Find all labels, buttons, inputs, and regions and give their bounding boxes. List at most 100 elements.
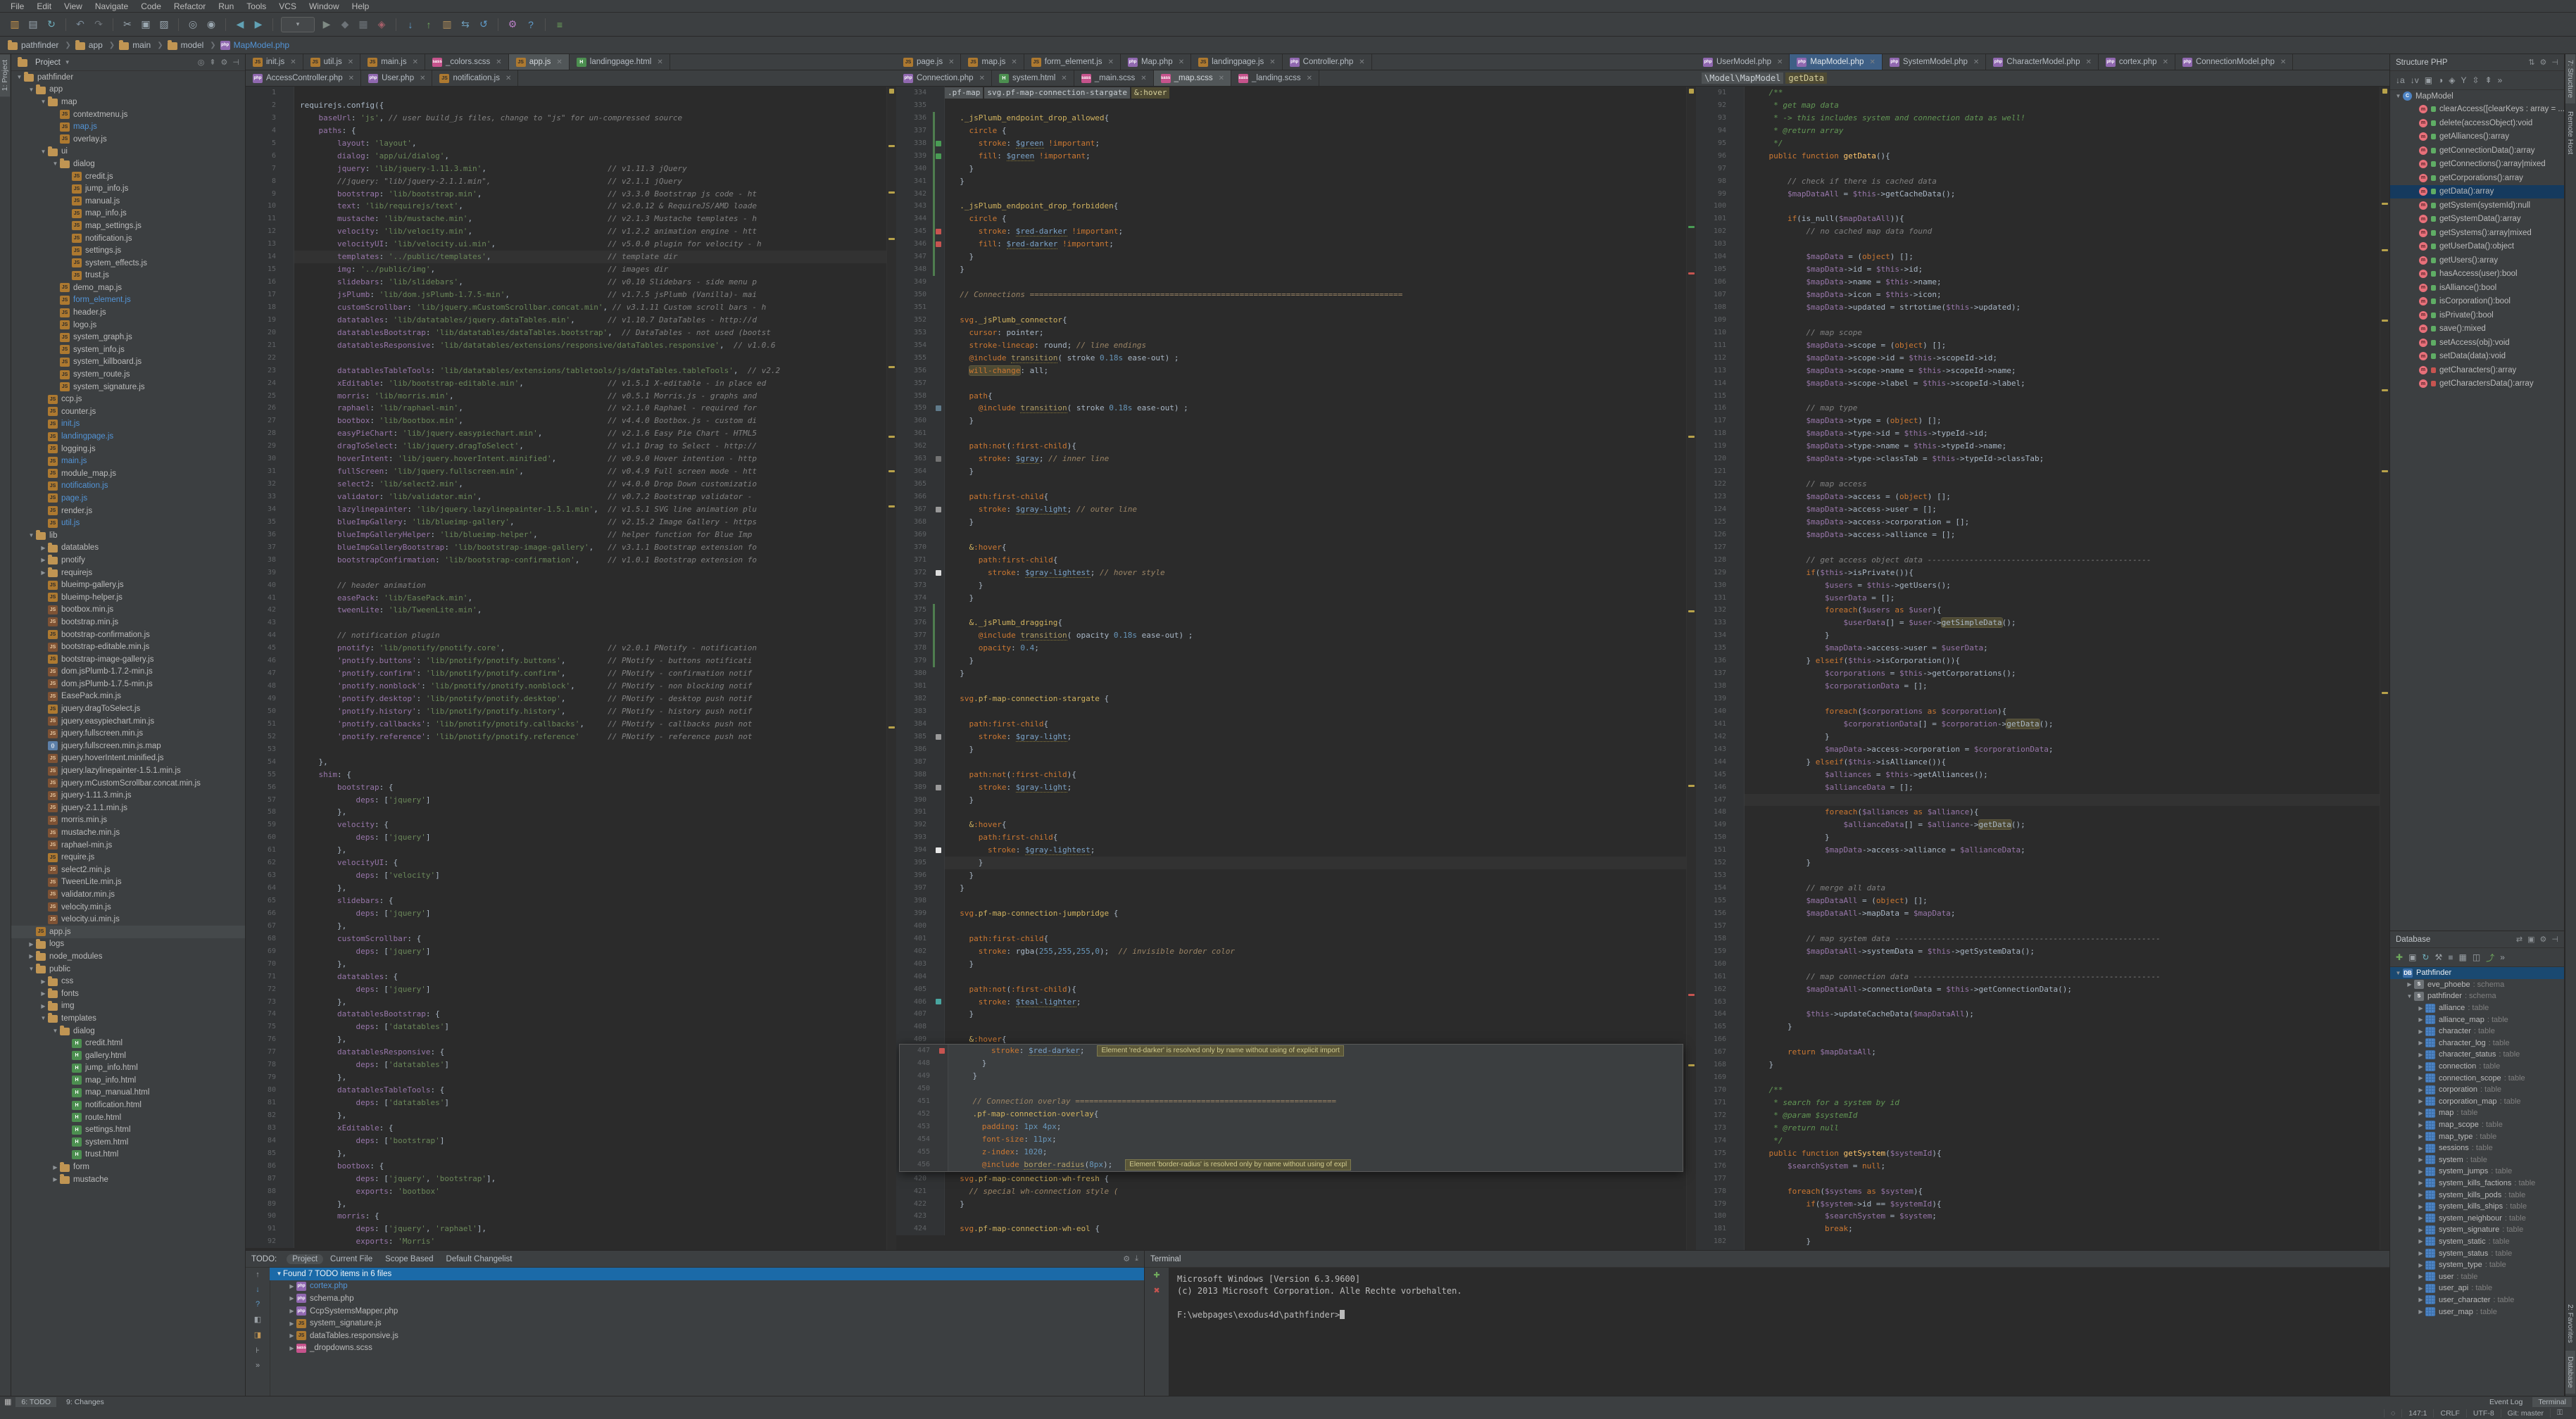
line-number[interactable]: 79 xyxy=(246,1071,282,1084)
line-number[interactable]: 153 xyxy=(1696,869,1733,882)
line-number[interactable]: 137 xyxy=(1696,667,1733,680)
line-number[interactable]: 368 xyxy=(896,516,933,529)
line-number[interactable]: 18 xyxy=(246,301,282,314)
tab-system.html[interactable]: Hsystem.html✕ xyxy=(992,70,1074,86)
line-number[interactable]: 367 xyxy=(896,503,933,516)
line-separator[interactable]: CRLF xyxy=(2433,1409,2465,1418)
project-tree-item[interactable]: JSTweenLite.min.js xyxy=(11,876,245,889)
line-number[interactable]: 342 xyxy=(896,188,933,201)
line-number[interactable]: 89 xyxy=(246,1198,282,1211)
expand-icon[interactable]: ⊦ xyxy=(256,1346,260,1355)
menu-window[interactable]: Window xyxy=(303,1,346,11)
line-number[interactable]: 363 xyxy=(896,453,933,465)
structure-item[interactable]: mhasAccess(user):bool xyxy=(2390,267,2564,282)
tab-close-icon[interactable]: ✕ xyxy=(1269,58,1275,66)
line-number[interactable]: 1 xyxy=(246,87,282,99)
hide-panel-icon[interactable]: ⊣ xyxy=(2551,935,2558,944)
line-number[interactable]: 33 xyxy=(246,491,282,503)
line-number[interactable]: 122 xyxy=(1696,478,1733,491)
toolwindow-button-event-log[interactable]: Event Log xyxy=(2484,1397,2528,1407)
structure-item[interactable]: mgetData():array xyxy=(2390,185,2564,199)
project-tree-item[interactable]: ▶logs xyxy=(11,938,245,951)
project-tree-item[interactable]: JSform_element.js xyxy=(11,294,245,307)
line-number[interactable]: 28 xyxy=(246,427,282,440)
event-log-icon[interactable]: ◌ xyxy=(2384,1409,2401,1418)
code-editor[interactable]: 334 }335336 ._jsPlumb_endpoint_drop_allo… xyxy=(896,87,1696,1250)
project-tree-item[interactable]: JSEasePack.min.js xyxy=(11,690,245,703)
sort-visibility-icon[interactable]: ↓v xyxy=(2411,75,2419,85)
line-number[interactable]: 394 xyxy=(896,844,933,857)
line-number[interactable]: 372 xyxy=(896,567,933,579)
tree-arrow-icon[interactable]: ▶ xyxy=(2417,1156,2425,1163)
project-tree-item[interactable]: JScontextmenu.js xyxy=(11,108,245,121)
structure-item[interactable]: msetAccess(obj):void xyxy=(2390,336,2564,350)
project-tree-item[interactable]: ▼templates xyxy=(11,1012,245,1025)
line-number[interactable]: 362 xyxy=(896,440,933,453)
line-number[interactable]: 63 xyxy=(246,869,282,882)
line-number[interactable]: 50 xyxy=(246,705,282,718)
tree-arrow-icon[interactable]: ▼ xyxy=(39,1015,47,1021)
line-number[interactable]: 84 xyxy=(246,1135,282,1147)
tab-close-icon[interactable]: ✕ xyxy=(2085,58,2091,66)
debug-icon[interactable]: ◆ xyxy=(337,16,353,33)
profiler-icon[interactable]: ◈ xyxy=(373,16,390,33)
tab-close-icon[interactable]: ✕ xyxy=(1061,75,1067,82)
line-number[interactable]: 366 xyxy=(896,491,933,503)
line-number[interactable]: 3 xyxy=(246,112,282,125)
structure-item[interactable]: mclearAccess([clearKeys : array = ... xyxy=(2390,103,2564,117)
settings-icon[interactable]: ⚙ xyxy=(2540,58,2547,67)
project-tree-item[interactable]: Hgallery.html xyxy=(11,1049,245,1062)
project-tree-item[interactable]: JStrust.js xyxy=(11,270,245,282)
structure-item[interactable]: misPrivate():bool xyxy=(2390,308,2564,322)
line-number[interactable]: 35 xyxy=(246,516,282,529)
structure-item[interactable]: mgetUsers():array xyxy=(2390,253,2564,267)
line-number[interactable]: 357 xyxy=(896,377,933,390)
tree-arrow-icon[interactable]: ▼ xyxy=(39,99,47,105)
add-icon[interactable]: ✚ xyxy=(2396,952,2403,962)
project-tree-item[interactable]: JSnotification.js xyxy=(11,480,245,493)
line-number[interactable]: 88 xyxy=(246,1185,282,1198)
line-number[interactable]: 82 xyxy=(246,1109,282,1122)
tab-close-icon[interactable]: ✕ xyxy=(290,58,296,66)
line-number[interactable]: 157 xyxy=(1696,920,1733,933)
line-number[interactable]: 99 xyxy=(1696,188,1733,201)
line-number[interactable]: 389 xyxy=(896,781,933,794)
line-number[interactable]: 34 xyxy=(246,503,282,516)
line-number[interactable]: 401 xyxy=(896,933,933,945)
line-number[interactable]: 147 xyxy=(1696,794,1733,807)
line-number[interactable]: 151 xyxy=(1696,844,1733,857)
line-number[interactable]: 123 xyxy=(1696,491,1733,503)
prev-icon[interactable]: ↑ xyxy=(256,1270,260,1279)
filter-icon[interactable]: Y xyxy=(2461,75,2467,85)
tree-arrow-icon[interactable]: ▶ xyxy=(288,1332,296,1339)
todo-view-scope-based[interactable]: Scope Based xyxy=(379,1254,439,1264)
todo-file-item[interactable]: ▶phpCcpSystemsMapper.php xyxy=(270,1305,1144,1318)
project-tree-item[interactable]: JSvelocity.min.js xyxy=(11,901,245,914)
line-number[interactable]: 9 xyxy=(246,188,282,201)
project-tree-item[interactable]: ▶mustache xyxy=(11,1173,245,1186)
project-tree-item[interactable]: JSdom.jsPlumb-1.7.2-min.js xyxy=(11,666,245,679)
tree-arrow-icon[interactable]: ▼ xyxy=(39,149,47,155)
terminal-prompt[interactable]: F:\webpages\exodus4d\pathfinder> xyxy=(1177,1309,2381,1321)
tab-_colors.scss[interactable]: sass_colors.scss✕ xyxy=(425,54,509,70)
tree-arrow-icon[interactable]: ▶ xyxy=(2417,1262,2425,1268)
tab-close-icon[interactable]: ✕ xyxy=(1359,58,1364,66)
tab-User.php[interactable]: phpUser.php✕ xyxy=(361,70,432,86)
structure-item[interactable]: misAlliance():bool xyxy=(2390,281,2564,295)
project-tree-item[interactable]: JSbootstrap-confirmation.js xyxy=(11,629,245,641)
tab-close-icon[interactable]: ✕ xyxy=(1179,58,1184,66)
line-number[interactable]: 92 xyxy=(246,1235,282,1248)
project-tree-item[interactable]: JSsystem_killboard.js xyxy=(11,356,245,369)
tree-arrow-icon[interactable]: ▶ xyxy=(2417,1227,2425,1233)
structure-item[interactable]: mgetCharacters():array xyxy=(2390,363,2564,377)
sql-console-icon[interactable]: ◫ xyxy=(2473,952,2480,962)
project-tree-item[interactable]: JSbootstrap-editable.min.js xyxy=(11,641,245,653)
line-number[interactable]: 140 xyxy=(1696,705,1733,718)
line-number[interactable]: 37 xyxy=(246,541,282,554)
project-tree-item[interactable]: JSutil.js xyxy=(11,517,245,529)
line-number[interactable]: 334 xyxy=(896,87,933,99)
project-tree-item[interactable]: JSccp.js xyxy=(11,393,245,405)
project-tree-item[interactable]: Hmap_info.html xyxy=(11,1074,245,1087)
settings-icon[interactable]: ⚙ xyxy=(504,16,521,33)
line-number[interactable]: 111 xyxy=(1696,339,1733,352)
